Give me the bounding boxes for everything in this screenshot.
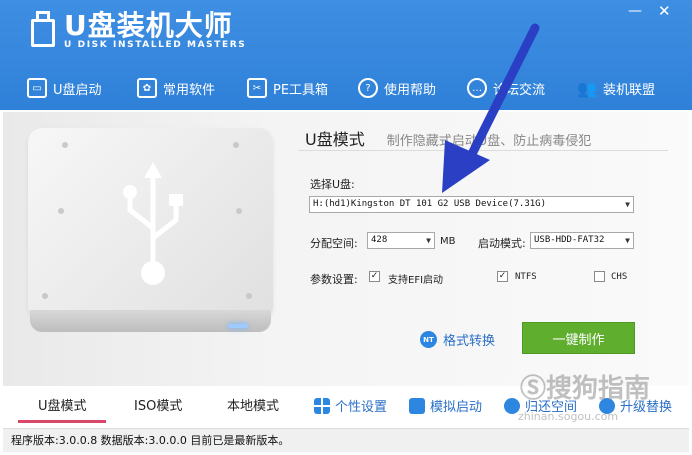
efi-checkbox[interactable]: ✓ [369, 271, 380, 282]
status-bar: 程序版本:3.0.0.8 数据版本:3.0.0.0 目前已是最新版本。 [3, 428, 689, 452]
tool-label: 个性设置 [335, 400, 388, 415]
nav-label: 使用帮助 [384, 82, 437, 98]
close-button[interactable]: ✕ [658, 4, 671, 19]
nav-item-forum[interactable]: … 论坛交流 [467, 75, 545, 101]
nav-item-alliance[interactable]: 👥 装机联盟 [577, 75, 655, 101]
nav-label: 论坛交流 [493, 82, 546, 98]
app-logo: U盘装机大师 U DISK INSTALLED MASTERS [28, 10, 246, 50]
nav-label: 装机联盟 [603, 82, 656, 98]
select-disk-label: 选择U盘: [310, 178, 355, 191]
format-convert-label: 格式转换 [443, 334, 496, 349]
ntfs-convert-icon: NT [420, 331, 437, 348]
alloc-unit: MB [440, 236, 456, 247]
nav-item-help[interactable]: ? 使用帮助 [358, 75, 436, 101]
tool-label: 模拟启动 [430, 400, 483, 415]
apps-icon: ✿ [137, 78, 157, 98]
chs-label: CHS [611, 272, 628, 282]
nav-label: PE工具箱 [273, 82, 329, 98]
usb-logo-icon [28, 11, 58, 49]
chevron-down-icon: ▼ [625, 200, 630, 209]
usb-drive-icon: ▭ [27, 78, 47, 98]
monitor-icon [409, 397, 425, 414]
efi-label: 支持EFI启动 [388, 275, 444, 286]
params-label: 参数设置: [310, 273, 358, 286]
tool-simulate-boot[interactable]: 模拟启动 [409, 396, 482, 415]
nav-item-usb-boot[interactable]: ▭ U盘启动 [27, 75, 102, 101]
forum-icon: … [467, 78, 487, 98]
one-click-make-button[interactable]: 一键制作 [522, 322, 635, 354]
nav-label: 常用软件 [163, 82, 216, 98]
main-nav: ▭ U盘启动 ✿ 常用软件 ✂ PE工具箱 ? 使用帮助 … 论坛交流 👥 装机… [0, 75, 692, 101]
app-title: U盘装机大师 [64, 9, 233, 42]
chevron-down-icon: ▼ [426, 236, 431, 245]
ntfs-checkbox[interactable]: ✓ [497, 271, 508, 282]
disk-select-value: H:(hd1)Kingston DT 101 G2 USB Device(7.3… [313, 199, 546, 209]
boot-mode-select[interactable]: USB-HDD-FAT32 ▼ [530, 232, 634, 249]
disk-select[interactable]: H:(hd1)Kingston DT 101 G2 USB Device(7.3… [309, 196, 634, 213]
chevron-down-icon: ▼ [625, 236, 630, 245]
nav-label: U盘启动 [53, 82, 102, 98]
usb-drive-illustration [28, 128, 273, 333]
divider [298, 150, 668, 151]
app-header: U盘装机大师 U DISK INSTALLED MASTERS — ✕ ▭ U盘… [0, 0, 692, 110]
toolbox-icon: ✂ [247, 78, 267, 98]
tab-iso-mode[interactable]: ISO模式 [134, 395, 182, 414]
alloc-label: 分配空间: [310, 237, 358, 250]
app-subtitle: U DISK INSTALLED MASTERS [64, 40, 247, 50]
help-icon: ? [358, 78, 378, 98]
ntfs-label: NTFS [515, 272, 537, 282]
format-convert-link[interactable]: NT 格式转换 [420, 330, 495, 349]
minimize-button[interactable]: — [628, 4, 642, 18]
boot-mode-label: 启动模式: [478, 237, 526, 250]
tool-personalize[interactable]: 个性设置 [314, 396, 387, 415]
boot-mode-value: USB-HDD-FAT32 [534, 235, 605, 245]
nav-item-software[interactable]: ✿ 常用软件 [137, 75, 215, 101]
chs-checkbox[interactable] [594, 271, 605, 282]
mode-title: U盘模式 [305, 130, 365, 149]
tab-local-mode[interactable]: 本地模式 [227, 395, 279, 414]
usb-symbol-icon [123, 162, 183, 285]
active-tab-indicator [18, 420, 106, 423]
watermark-url: zhinan.sogou.com [518, 410, 619, 423]
tab-usb-mode[interactable]: U盘模式 [38, 395, 87, 414]
grid-icon [314, 397, 330, 414]
mode-subtitle: 制作隐藏式启动U盘、防止病毒侵犯 [386, 134, 592, 149]
users-icon: 👥 [577, 78, 597, 98]
mode-header: U盘模式 制作隐藏式启动U盘、防止病毒侵犯 [305, 126, 591, 150]
nav-item-pe-toolbox[interactable]: ✂ PE工具箱 [247, 75, 328, 101]
alloc-select[interactable]: 428 ▼ [367, 232, 435, 249]
watermark-logo: Ⓢ搜狗指南 [520, 374, 651, 404]
alloc-value: 428 [371, 235, 388, 245]
